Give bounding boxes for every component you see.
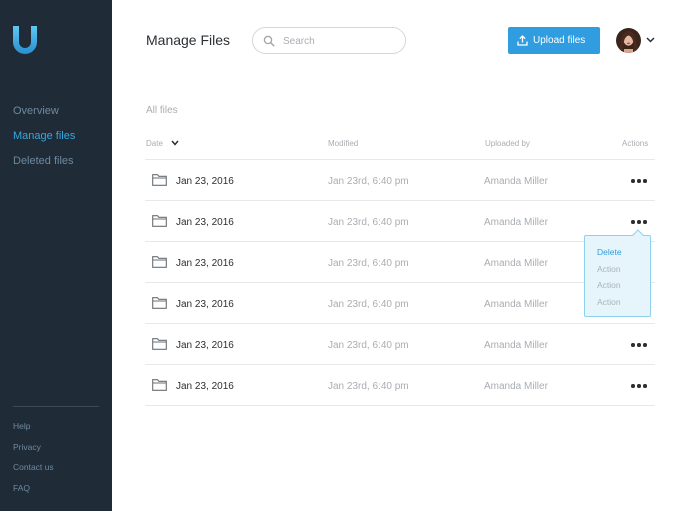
upload-icon — [517, 35, 528, 46]
row-date: Jan 23, 2016 — [176, 299, 234, 310]
more-dots-icon[interactable] — [631, 339, 648, 351]
sort-chevron-down-icon[interactable] — [171, 140, 179, 146]
sidebar-nav: Overview Manage files Deleted files — [13, 104, 75, 179]
table-row[interactable]: Jan 23, 2016 Jan 23rd, 6:40 pm Amanda Mi… — [145, 160, 655, 201]
row-date: Jan 23, 2016 — [176, 258, 234, 269]
sidebar: Overview Manage files Deleted files Help… — [0, 0, 112, 511]
row-date: Jan 23, 2016 — [176, 217, 234, 228]
table-row[interactable]: Jan 23, 2016 Jan 23rd, 6:40 pm Amanda Mi… — [145, 283, 655, 324]
folder-icon — [152, 297, 167, 309]
footer-link-faq[interactable]: FAQ — [13, 483, 54, 504]
sidebar-footer-links: Help Privacy Contact us FAQ — [13, 421, 54, 503]
row-uploaded-by: Amanda Miller — [484, 217, 548, 228]
search-icon — [263, 35, 275, 47]
row-uploaded-by: Amanda Miller — [484, 176, 548, 187]
folder-icon — [152, 215, 167, 227]
more-dots-icon[interactable] — [631, 380, 648, 392]
row-modified: Jan 23rd, 6:40 pm — [328, 258, 409, 269]
folder-icon — [152, 174, 167, 186]
row-date: Jan 23, 2016 — [176, 381, 234, 392]
page-title: Manage Files — [146, 32, 231, 48]
folder-icon — [152, 379, 167, 391]
avatar[interactable] — [616, 28, 641, 53]
row-modified: Jan 23rd, 6:40 pm — [328, 299, 409, 310]
sidebar-item-manage-files[interactable]: Manage files — [13, 129, 75, 154]
search-input[interactable] — [283, 33, 395, 49]
upload-files-button[interactable]: Upload files — [508, 27, 600, 54]
folder-icon — [152, 256, 167, 268]
column-header-modified: Modified — [328, 139, 359, 148]
row-modified: Jan 23rd, 6:40 pm — [328, 381, 409, 392]
table-row[interactable]: Jan 23, 2016 Jan 23rd, 6:40 pm Amanda Mi… — [145, 201, 655, 242]
sidebar-item-overview[interactable]: Overview — [13, 104, 75, 129]
table-row[interactable]: Jan 23, 2016 Jan 23rd, 6:40 pm Amanda Mi… — [145, 242, 655, 283]
footer-link-help[interactable]: Help — [13, 421, 54, 442]
files-table: Jan 23, 2016 Jan 23rd, 6:40 pm Amanda Mi… — [145, 160, 655, 406]
more-dots-icon[interactable] — [631, 175, 648, 187]
row-modified: Jan 23rd, 6:40 pm — [328, 176, 409, 187]
section-title: All files — [146, 105, 178, 116]
menu-item-action[interactable]: Action — [597, 264, 622, 281]
footer-link-contact-us[interactable]: Contact us — [13, 462, 54, 483]
menu-item-delete[interactable]: Delete — [597, 247, 622, 264]
row-actions-dropdown: Delete Action Action Action — [584, 229, 651, 317]
more-dots-icon[interactable] — [631, 216, 648, 228]
folder-icon — [152, 338, 167, 350]
table-row[interactable]: Jan 23, 2016 Jan 23rd, 6:40 pm Amanda Mi… — [145, 365, 655, 406]
upload-files-label: Upload files — [533, 35, 586, 46]
sidebar-divider — [13, 406, 99, 407]
row-uploaded-by: Amanda Miller — [484, 381, 548, 392]
menu-item-action[interactable]: Action — [597, 297, 622, 314]
dropdown-menu: Delete Action Action Action — [597, 247, 622, 313]
row-date: Jan 23, 2016 — [176, 340, 234, 351]
footer-link-privacy[interactable]: Privacy — [13, 442, 54, 463]
row-modified: Jan 23rd, 6:40 pm — [328, 217, 409, 228]
row-uploaded-by: Amanda Miller — [484, 258, 548, 269]
column-header-uploaded-by: Uploaded by — [485, 139, 530, 148]
column-header-date[interactable]: Date — [146, 139, 163, 148]
row-uploaded-by: Amanda Miller — [484, 299, 548, 310]
row-uploaded-by: Amanda Miller — [484, 340, 548, 351]
chevron-down-icon[interactable] — [646, 37, 655, 43]
avatar-image — [616, 28, 641, 53]
u-logo-icon[interactable] — [11, 24, 39, 56]
sidebar-item-deleted-files[interactable]: Deleted files — [13, 154, 75, 179]
table-row[interactable]: Jan 23, 2016 Jan 23rd, 6:40 pm Amanda Mi… — [145, 324, 655, 365]
menu-item-action[interactable]: Action — [597, 280, 622, 297]
row-modified: Jan 23rd, 6:40 pm — [328, 340, 409, 351]
column-header-actions: Actions — [622, 139, 649, 148]
row-date: Jan 23, 2016 — [176, 176, 234, 187]
search-box[interactable] — [252, 27, 406, 54]
